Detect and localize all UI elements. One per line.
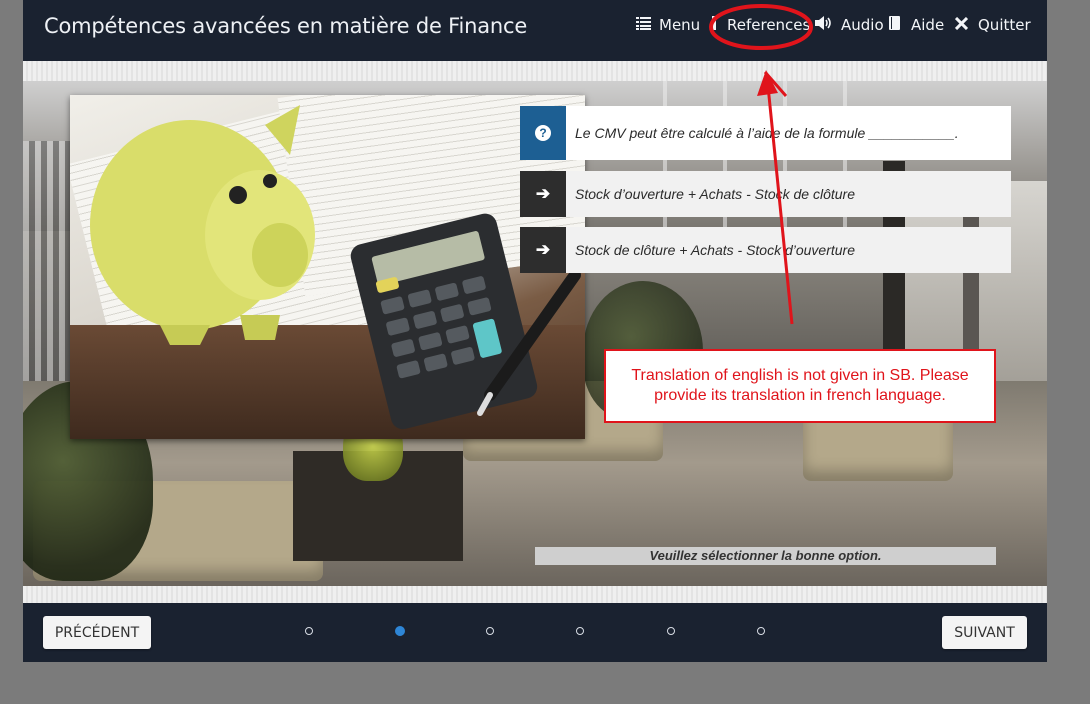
menu-label: Menu <box>659 16 701 34</box>
review-note: Translation of english is not given in S… <box>604 349 996 423</box>
help-label: Aide <box>911 16 945 34</box>
page-dot-6[interactable] <box>757 627 765 635</box>
close-icon <box>954 16 969 34</box>
menu-button[interactable]: Menu <box>636 16 700 34</box>
arrow-right-icon: ➔ <box>520 171 566 217</box>
page-dot-2[interactable] <box>395 626 405 636</box>
references-button[interactable]: References <box>711 16 810 34</box>
page-dot-4[interactable] <box>576 627 584 635</box>
answer-option-2[interactable]: ➔ Stock de clôture + Achats - Stock d’ou… <box>520 227 1011 273</box>
arrow-right-icon: ➔ <box>520 227 566 273</box>
background-scene: ? Le CMV peut être calculé à l’aide de l… <box>23 81 1047 586</box>
option-text: Stock de clôture + Achats - Stock d’ouve… <box>575 242 856 258</box>
page-dot-3[interactable] <box>486 627 494 635</box>
course-title: Compétences avancées en matière de Finan… <box>44 14 528 38</box>
bottom-divider <box>23 586 1047 603</box>
footer-bar: PRÉCÉDENT SUIVANT <box>23 603 1047 662</box>
question-badge: ? <box>520 106 566 160</box>
speaker-icon <box>815 16 833 34</box>
question-card: ? Le CMV peut être calculé à l’aide de l… <box>520 106 1011 160</box>
book-icon <box>889 16 901 34</box>
references-icon <box>711 16 719 34</box>
piggy-bank-photo <box>70 95 585 439</box>
next-button[interactable]: SUIVANT <box>942 616 1027 649</box>
previous-button[interactable]: PRÉCÉDENT <box>43 616 151 649</box>
answer-option-1[interactable]: ➔ Stock d’ouverture + Achats - Stock de … <box>520 171 1011 217</box>
top-bar: Compétences avancées en matière de Finan… <box>23 0 1047 61</box>
option-text: Stock d’ouverture + Achats - Stock de cl… <box>575 186 856 202</box>
question-icon: ? <box>535 125 551 141</box>
instruction-text: Veuillez sélectionner la bonne option. <box>535 547 996 565</box>
top-divider <box>23 61 1047 81</box>
quit-label: Quitter <box>978 16 1031 34</box>
page-dot-1[interactable] <box>305 627 313 635</box>
question-text: Le CMV peut être calculé à l’aide de la … <box>575 125 959 141</box>
page-dot-5[interactable] <box>667 627 675 635</box>
help-button[interactable]: Aide <box>889 16 944 34</box>
quit-button[interactable]: Quitter <box>954 16 1031 34</box>
audio-label: Audio <box>841 16 884 34</box>
course-player: Compétences avancées en matière de Finan… <box>23 0 1047 662</box>
list-icon <box>636 16 651 34</box>
references-label: References <box>727 16 811 34</box>
audio-button[interactable]: Audio <box>815 16 884 34</box>
